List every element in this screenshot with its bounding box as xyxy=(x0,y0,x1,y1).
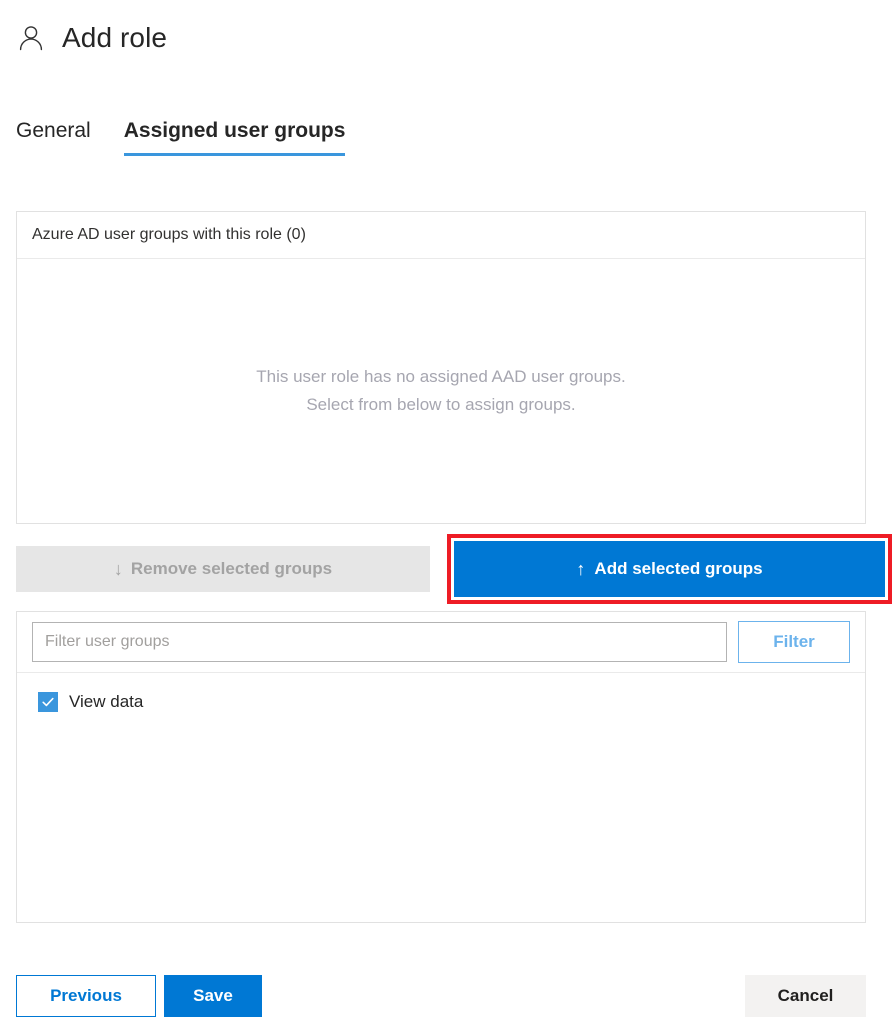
assigned-groups-empty-area: This user role has no assigned AAD user … xyxy=(17,259,865,523)
person-icon xyxy=(16,23,46,53)
filter-row: Filter xyxy=(17,612,865,673)
remove-selected-groups-label: Remove selected groups xyxy=(130,559,333,578)
previous-button[interactable]: Previous xyxy=(16,975,156,1017)
user-groups-filter-panel: Filter View data xyxy=(16,611,866,923)
group-action-row: ↓ Remove selected groups ↑ Add selected … xyxy=(16,534,892,604)
cancel-button[interactable]: Cancel xyxy=(745,975,866,1017)
remove-selected-groups-button[interactable]: ↓ Remove selected groups xyxy=(16,546,430,592)
user-groups-list: View data xyxy=(17,673,865,717)
assigned-groups-panel: Azure AD user groups with this role (0) … xyxy=(16,211,866,524)
add-selected-groups-highlight: ↑ Add selected groups xyxy=(447,534,892,604)
save-button[interactable]: Save xyxy=(164,975,262,1017)
empty-state-line-2: Select from below to assign groups. xyxy=(306,395,576,414)
list-item[interactable]: View data xyxy=(17,687,865,717)
filter-user-groups-input[interactable] xyxy=(32,622,727,662)
list-item-label: View data xyxy=(69,692,144,711)
tab-general[interactable]: General xyxy=(16,118,91,156)
tab-bar: General Assigned user groups xyxy=(16,118,346,156)
footer-action-bar: Previous Save Cancel xyxy=(0,975,894,1017)
checkbox-checked-icon[interactable] xyxy=(38,692,58,712)
empty-state-line-1: This user role has no assigned AAD user … xyxy=(256,367,626,386)
add-selected-groups-label: Add selected groups xyxy=(594,559,763,578)
arrow-up-icon: ↑ xyxy=(576,559,586,579)
page-header: Add role xyxy=(16,22,167,54)
tab-assigned-user-groups[interactable]: Assigned user groups xyxy=(123,118,346,156)
add-selected-groups-button[interactable]: ↑ Add selected groups xyxy=(454,541,885,597)
assigned-groups-panel-header: Azure AD user groups with this role (0) xyxy=(17,212,865,259)
arrow-down-icon: ↓ xyxy=(113,559,123,579)
empty-state-message: This user role has no assigned AAD user … xyxy=(256,363,625,419)
filter-button[interactable]: Filter xyxy=(738,621,850,663)
page-title: Add role xyxy=(62,22,168,53)
